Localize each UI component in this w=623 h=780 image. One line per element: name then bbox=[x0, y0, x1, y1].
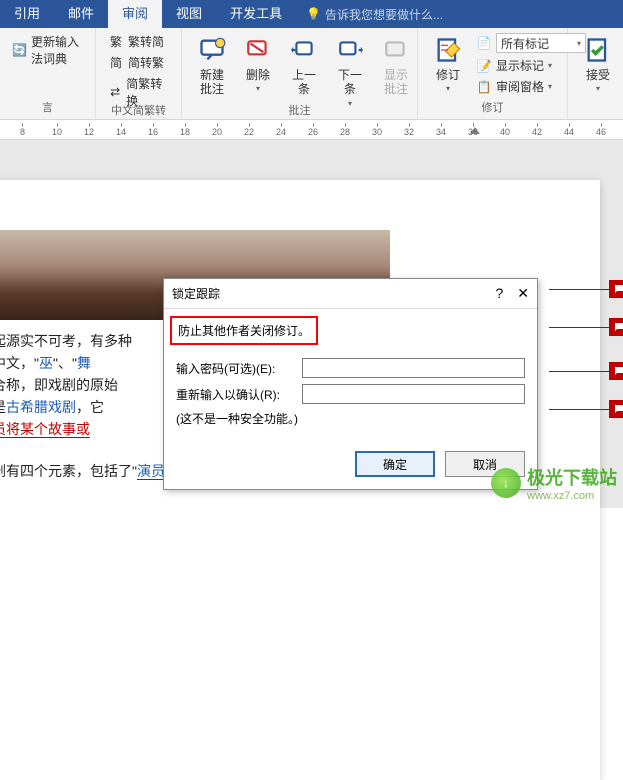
prev-icon bbox=[288, 34, 320, 66]
chevron-down-icon: ▾ bbox=[548, 82, 552, 91]
chevron-down-icon: ▾ bbox=[446, 84, 450, 93]
ruler-tick: 36 bbox=[468, 123, 478, 137]
chevron-down-icon: ▾ bbox=[548, 61, 552, 70]
track-changes-icon bbox=[432, 34, 464, 66]
track-changes-button[interactable]: 修订 ▾ bbox=[428, 32, 468, 95]
revision-mark[interactable] bbox=[609, 362, 623, 380]
lock-tracking-dialog: 锁定跟踪 ? ✕ 防止其他作者关闭修订。 输入密码(可选)(E): 重新输入以确… bbox=[163, 278, 538, 490]
ruler-tick: 20 bbox=[212, 123, 222, 137]
prev-comment-button[interactable]: 上一条 bbox=[284, 32, 324, 99]
tab-developer[interactable]: 开发工具 bbox=[216, 0, 296, 28]
show-comment-icon bbox=[380, 34, 412, 66]
ruler-tick: 28 bbox=[340, 123, 350, 137]
group-label-comment: 批注 bbox=[192, 102, 407, 120]
close-button[interactable]: ✕ bbox=[517, 285, 529, 302]
ruler-tick: 40 bbox=[500, 123, 510, 137]
chevron-down-icon: ▾ bbox=[596, 84, 600, 93]
revision-mark[interactable] bbox=[609, 318, 623, 336]
markup-icon: 📝 bbox=[476, 58, 492, 74]
confirm-password-input[interactable] bbox=[302, 384, 525, 404]
delete-icon bbox=[242, 34, 274, 66]
trad-to-simp-button[interactable]: 繁繁转简 bbox=[106, 32, 171, 51]
dialog-description: 防止其他作者关闭修订。 bbox=[170, 316, 318, 345]
ruler-tick: 16 bbox=[148, 123, 158, 137]
chevron-down-icon: ▾ bbox=[256, 84, 260, 93]
update-ime-button[interactable]: 🔄 更新输入法词典 bbox=[10, 32, 85, 68]
refresh-icon: 🔄 bbox=[12, 42, 27, 58]
ruler-tick: 34 bbox=[436, 123, 446, 137]
watermark-logo-icon: ↓ bbox=[491, 468, 521, 498]
revision-mark[interactable] bbox=[609, 280, 623, 298]
ruler-tick: 46 bbox=[596, 123, 606, 137]
convert-icon: ⇄ bbox=[108, 84, 122, 100]
accept-button[interactable]: 接受 ▾ bbox=[578, 32, 618, 95]
revision-mark[interactable] bbox=[609, 400, 623, 418]
ruler-tick: 22 bbox=[244, 123, 254, 137]
ribbon: 🔄 更新输入法词典 言 繁繁转简 简简转繁 ⇄简繁转换 中文简繁转换 新建批注 bbox=[0, 28, 623, 120]
password-label: 输入密码(可选)(E): bbox=[176, 360, 296, 377]
doc-icon: 📄 bbox=[476, 35, 492, 51]
horizontal-ruler[interactable]: 8 10 12 14 16 18 20 22 24 26 28 30 32 34 36 40 42 44 46 bbox=[0, 120, 623, 140]
ruler-tick: 12 bbox=[84, 123, 94, 137]
accept-icon bbox=[582, 34, 614, 66]
tab-mailings[interactable]: 邮件 bbox=[54, 0, 108, 28]
next-icon bbox=[334, 34, 366, 66]
lightbulb-icon: 💡 bbox=[306, 7, 321, 21]
simp-to-trad-button[interactable]: 简简转繁 bbox=[106, 53, 171, 72]
pane-icon: 📋 bbox=[476, 79, 492, 95]
ruler-tick: 30 bbox=[372, 123, 382, 137]
tell-me-hint[interactable]: 💡 告诉我您想要做什么... bbox=[306, 6, 443, 23]
help-button[interactable]: ? bbox=[495, 285, 503, 302]
group-label-revise: 修订 bbox=[428, 99, 557, 117]
tab-review[interactable]: 审阅 bbox=[108, 0, 162, 28]
ok-button[interactable]: 确定 bbox=[355, 451, 435, 477]
jian-icon: 简 bbox=[108, 55, 124, 71]
ruler-tick: 26 bbox=[308, 123, 318, 137]
dialog-title: 锁定跟踪 bbox=[172, 285, 220, 302]
delete-comment-button[interactable]: 删除 ▾ bbox=[238, 32, 278, 95]
ruler-tick: 32 bbox=[404, 123, 414, 137]
new-comment-icon bbox=[196, 34, 228, 66]
dialog-note: (这不是一种安全功能。) bbox=[176, 410, 525, 427]
ruler-tick: 42 bbox=[532, 123, 542, 137]
ruler-tick: 24 bbox=[276, 123, 286, 137]
tab-references[interactable]: 引用 bbox=[0, 0, 54, 28]
ruler-tick: 18 bbox=[180, 123, 190, 137]
show-comment-button: 显示批注 bbox=[376, 32, 416, 99]
group-label-language: 言 bbox=[10, 99, 85, 117]
ruler-tick: 14 bbox=[116, 123, 126, 137]
new-comment-button[interactable]: 新建批注 bbox=[192, 32, 232, 99]
fan-icon: 繁 bbox=[108, 34, 124, 50]
confirm-password-label: 重新输入以确认(R): bbox=[176, 386, 296, 403]
ruler-tick: 10 bbox=[52, 123, 62, 137]
ruler-tick: 44 bbox=[564, 123, 574, 137]
ruler-tick: 8 bbox=[20, 123, 25, 137]
ribbon-tabs: 引用 邮件 审阅 视图 开发工具 💡 告诉我您想要做什么... bbox=[0, 0, 623, 28]
tab-view[interactable]: 视图 bbox=[162, 0, 216, 28]
next-comment-button[interactable]: 下一条 ▾ bbox=[330, 32, 370, 110]
password-input[interactable] bbox=[302, 358, 525, 378]
watermark: ↓ 极光下载站 www.xz7.com bbox=[491, 464, 617, 502]
